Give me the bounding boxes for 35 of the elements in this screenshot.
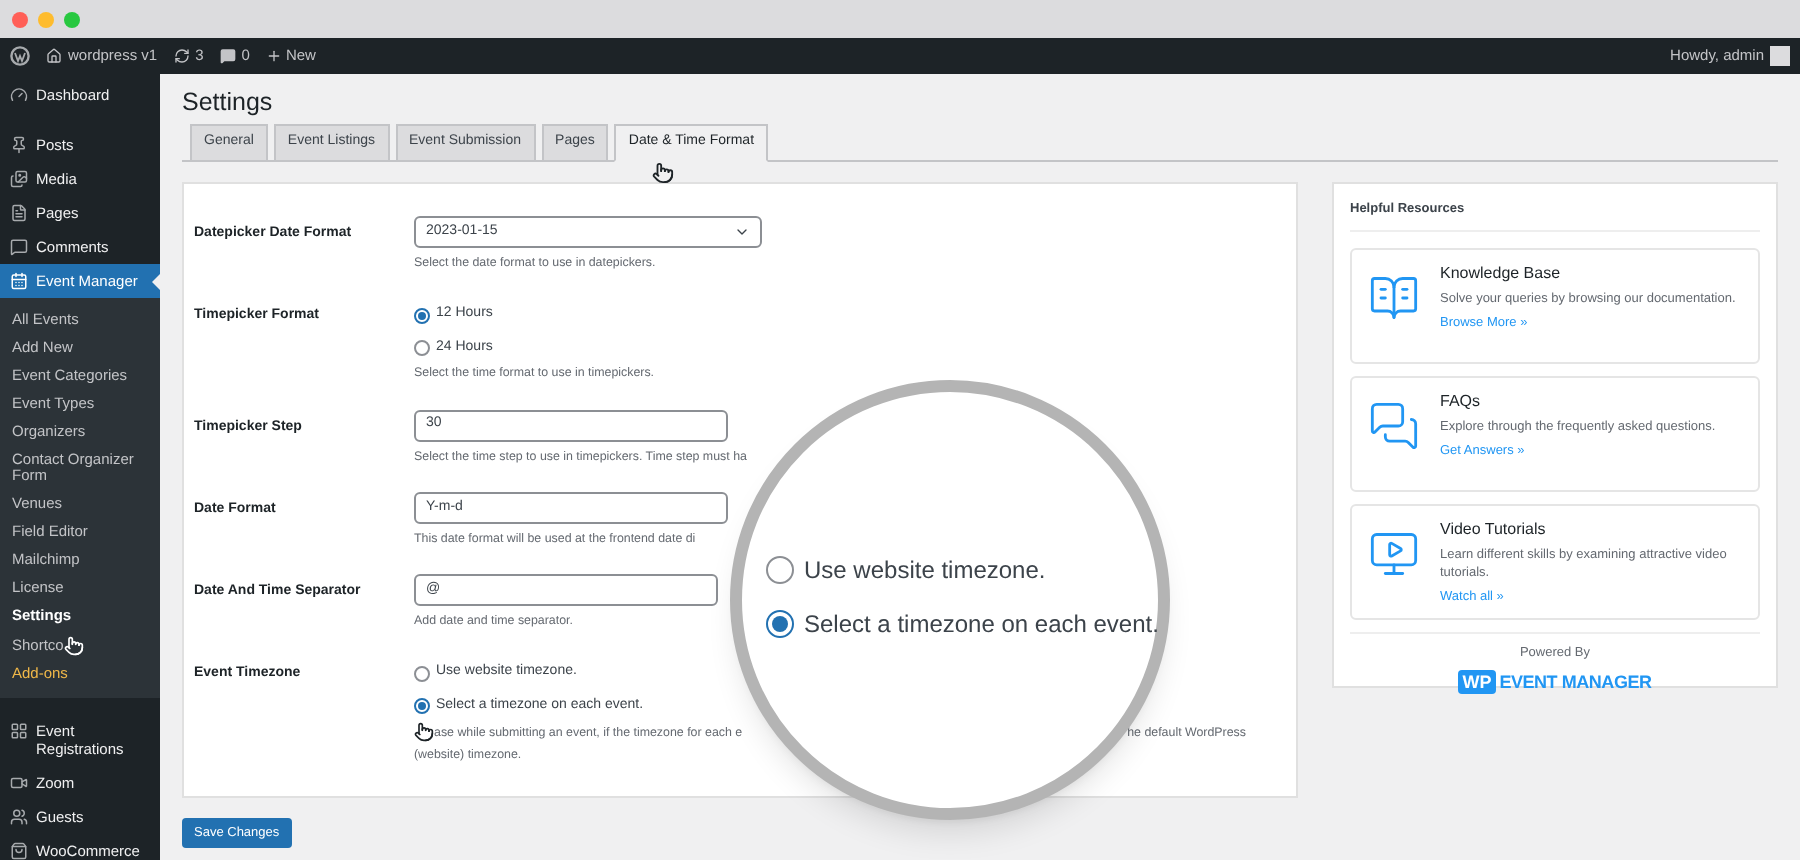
hand-cursor-icon <box>414 722 434 743</box>
bag-icon <box>10 841 28 860</box>
calendar-icon <box>10 272 28 290</box>
comment-icon <box>10 238 28 256</box>
images-icon <box>10 170 28 188</box>
updates-icon <box>173 48 190 64</box>
current-pointer <box>152 274 160 290</box>
hand-cursor-icon <box>63 635 84 656</box>
page-title: Settings <box>182 86 275 120</box>
home-icon <box>46 48 62 64</box>
wordpress-logo-icon[interactable] <box>10 46 30 66</box>
chevron-down-icon <box>734 224 750 240</box>
radio-label[interactable]: Select a timezone on each event. <box>804 605 1159 641</box>
event-manager-logo: WP EVENT MANAGER <box>1458 669 1652 696</box>
card-title: FAQs <box>1440 389 1483 414</box>
radio-button[interactable] <box>414 665 430 682</box>
radio-button[interactable] <box>414 340 430 357</box>
video-icon <box>10 773 28 792</box>
radio-label[interactable]: Use website timezone. <box>804 551 1046 587</box>
grid-icon <box>10 721 28 740</box>
radio-button[interactable] <box>414 307 430 324</box>
gauge-icon <box>10 86 28 104</box>
users-icon <box>10 807 28 826</box>
plus-icon <box>265 48 282 64</box>
card-title: Video Tutorials <box>1440 517 1548 542</box>
radio-button[interactable] <box>766 555 794 583</box>
page-icon <box>10 204 28 222</box>
chat-bubbles-icon <box>1368 399 1420 452</box>
radio-button[interactable] <box>766 609 794 637</box>
card-title: Knowledge Base <box>1440 261 1563 286</box>
document-icon <box>1368 271 1420 324</box>
comment-icon <box>219 48 236 64</box>
radio-button[interactable] <box>414 698 430 715</box>
video-lesson-icon <box>1368 527 1420 580</box>
pin-icon <box>10 136 28 154</box>
